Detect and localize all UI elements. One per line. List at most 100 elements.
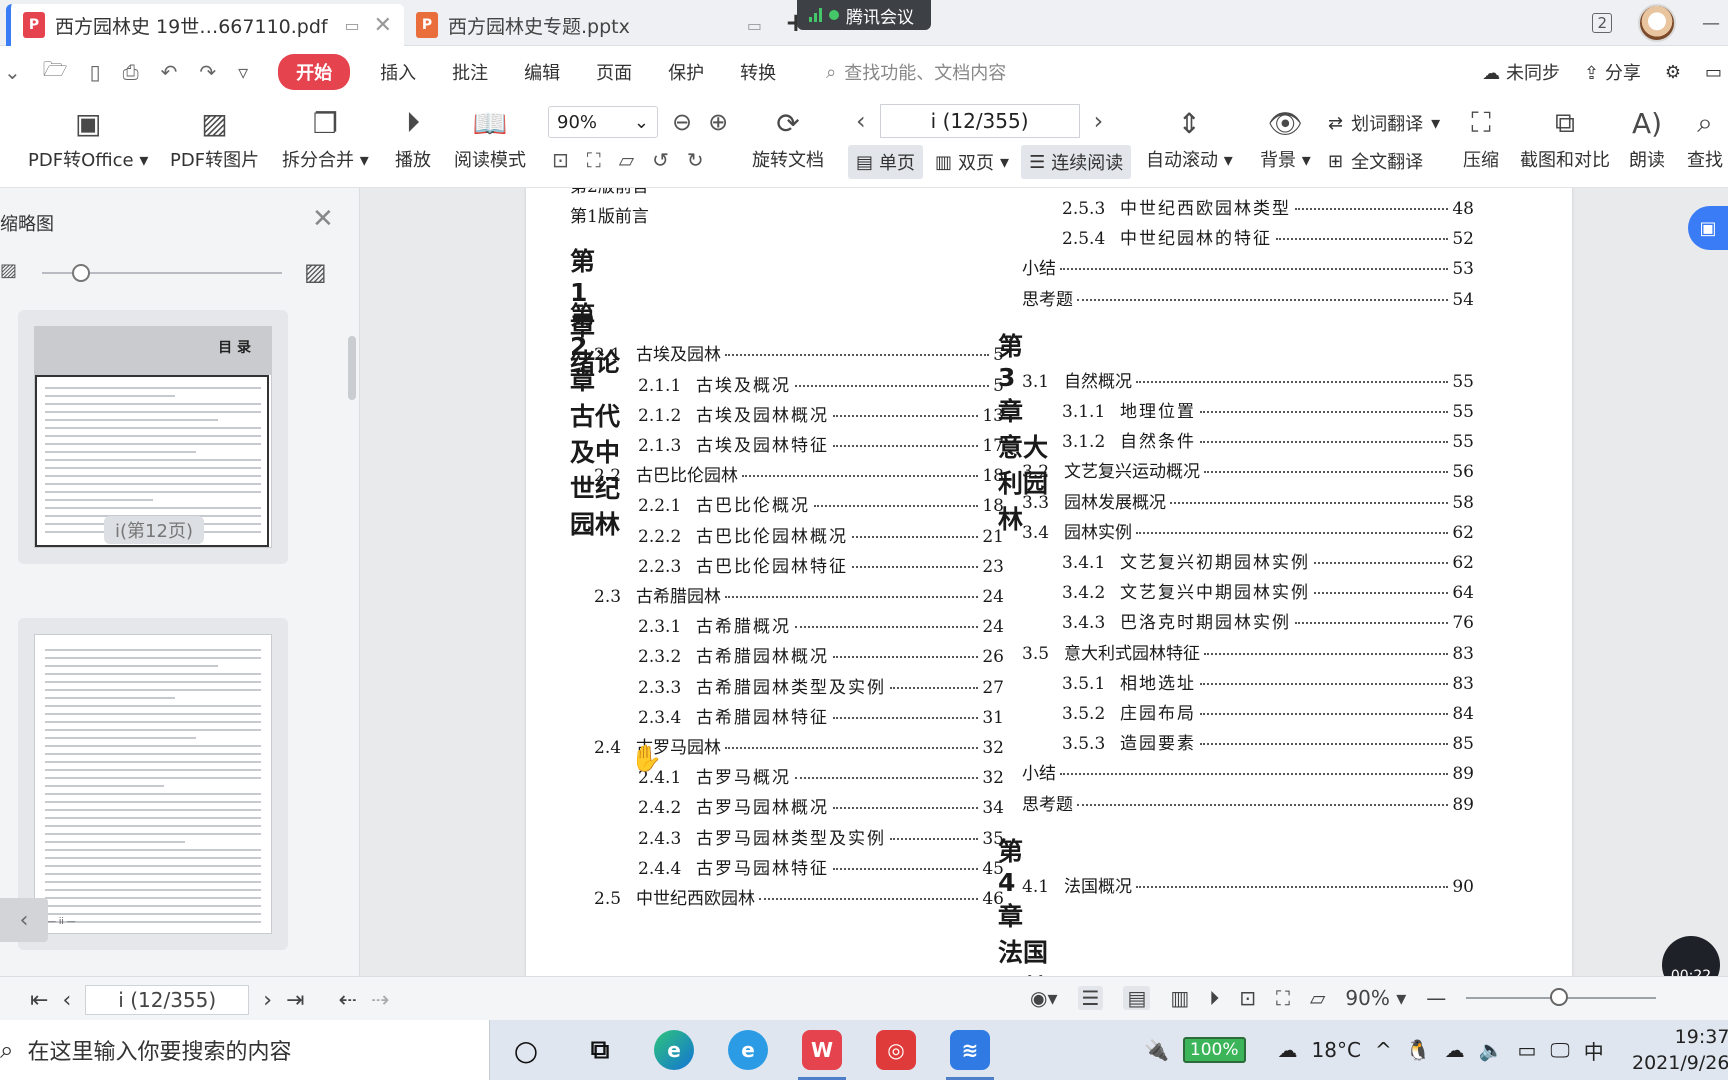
toc-section-entry[interactable]: 2.2 古巴比伦园林 18 <box>594 461 1004 486</box>
save-icon[interactable]: ▯ <box>90 60 101 84</box>
toc-section-entry[interactable]: 第1版前言 <box>570 202 1004 227</box>
open-folder-icon[interactable]: 🗁 <box>43 55 68 89</box>
pdf-to-office-button[interactable]: ▣ PDF转Office ▾ <box>28 104 148 172</box>
toc-section-entry[interactable]: 小结 53 <box>1022 254 1474 279</box>
back-icon[interactable]: ⇠ <box>339 988 357 1013</box>
auto-scroll-button[interactable]: ⇕ 自动滚动 ▾ <box>1146 104 1233 172</box>
tab-pdf-document[interactable]: P 西方园林史 19世…667110.pdf ▭ ✕ <box>6 4 404 46</box>
minimize-icon[interactable]: — <box>1702 13 1720 34</box>
avatar[interactable] <box>1638 4 1676 42</box>
temperature[interactable]: 18°C <box>1312 1038 1361 1062</box>
toc-subsection-entry[interactable]: 2.5.4 中世纪园林的特征 52 <box>1062 224 1474 249</box>
single-page-button[interactable]: ▤ 单页 <box>848 145 924 179</box>
prev-page-icon[interactable]: ‹ <box>856 107 866 135</box>
system-clock[interactable]: 19:37 2021/9/26 <box>1632 1024 1728 1076</box>
toc-subsection-entry[interactable]: 2.3.4 古希腊园林特征 31 <box>638 703 1004 728</box>
toc-subsection-entry[interactable]: 2.2.3 古巴比伦园林特征 23 <box>638 552 1004 577</box>
toc-section-entry[interactable]: 2.5 中世纪西欧园林 46 <box>594 884 1004 909</box>
toc-subsection-entry[interactable]: 3.5.3 造园要素 85 <box>1062 729 1474 754</box>
toc-chapter-heading[interactable]: 第 2 章 古代及中世纪园林 <box>570 296 620 541</box>
menu-convert[interactable]: 转换 <box>722 54 794 90</box>
split-merge-button[interactable]: ❐ 拆分合并 ▾ <box>282 104 369 172</box>
edge-browser-icon[interactable]: e <box>654 1030 694 1070</box>
toc-subsection-entry[interactable]: 3.4.1 文艺复兴初期园林实例 62 <box>1062 548 1474 573</box>
toc-section-entry[interactable]: 3.4 园林实例 62 <box>1022 518 1474 543</box>
toc-subsection-entry[interactable]: 2.1.2 古埃及园林概况 13 <box>638 401 1004 426</box>
toc-subsection-entry[interactable]: 3.5.2 庄园布局 84 <box>1062 699 1474 724</box>
toc-section-entry[interactable]: 3.3 园林发展概况 58 <box>1022 488 1474 513</box>
close-icon[interactable]: ✕ <box>312 204 334 234</box>
window-count-badge[interactable]: 2 <box>1592 13 1612 33</box>
toc-chapter-heading[interactable]: 第 4 章 法国园林 <box>998 832 1048 976</box>
fit-page-icon[interactable]: ⛶ <box>1276 986 1290 1010</box>
rotate-right-icon[interactable]: ↻ <box>687 148 704 172</box>
toc-subsection-entry[interactable]: 3.1.1 地理位置 55 <box>1062 397 1474 422</box>
toc-section-entry[interactable]: 3.1 自然概况 55 <box>1022 367 1474 392</box>
toc-section-entry[interactable]: 第2版前言 <box>570 188 1004 197</box>
taskbar-search[interactable]: ⌕ 在这里输入你要搜索的内容 <box>0 1020 490 1080</box>
fit-width-icon[interactable]: ▱ <box>619 148 634 172</box>
comment-icon[interactable]: ▭ <box>1705 62 1722 83</box>
toc-subsection-entry[interactable]: 2.3.3 古希腊园林类型及实例 27 <box>638 673 1004 698</box>
play-icon[interactable]: ⏵ <box>1209 986 1219 1010</box>
toc-subsection-entry[interactable]: 2.2.2 古巴比伦园林概况 21 <box>638 522 1004 547</box>
wps-office-icon[interactable]: W <box>798 1030 846 1080</box>
screenshot-compare-button[interactable]: ⧉ 截图和对比 <box>1520 104 1610 172</box>
toc-subsection-entry[interactable]: 3.1.2 自然条件 55 <box>1062 427 1474 452</box>
rotate-left-icon[interactable]: ↺ <box>652 148 669 172</box>
ie-browser-icon[interactable]: e <box>728 1030 768 1070</box>
forward-icon[interactable]: ⇢ <box>371 988 389 1013</box>
monitor-icon[interactable]: ▭ <box>344 16 359 35</box>
menu-edit[interactable]: 编辑 <box>506 54 578 90</box>
toc-subsection-entry[interactable]: 2.4.3 古罗马园林类型及实例 35 <box>638 824 1004 849</box>
redo-icon[interactable]: ↷ <box>199 60 216 84</box>
toc-section-entry[interactable]: 2.1 古埃及园林 5 <box>594 340 1004 365</box>
floating-action-button[interactable]: ▣ <box>1688 206 1728 250</box>
zoom-in-icon[interactable]: ⊕ <box>708 108 728 136</box>
actual-size-icon[interactable]: ⊡ <box>1239 986 1256 1010</box>
toc-section-entry[interactable]: 2.3 古希腊园林 24 <box>594 582 1004 607</box>
continuous-mode-icon[interactable]: ☰ <box>1077 986 1104 1010</box>
zoom-select[interactable]: 90% ⌄ <box>548 106 658 138</box>
settings-icon[interactable]: ⚙ <box>1665 62 1681 83</box>
fit-page-icon[interactable]: ⛶ <box>587 148 601 172</box>
chevron-down-icon[interactable]: ⌄ <box>4 60 21 84</box>
tab-pptx-document[interactable]: P 西方园林史专题.pptx ▭ <box>404 4 774 46</box>
chevron-up-icon[interactable]: ^ <box>1375 1038 1392 1062</box>
toc-section-entry[interactable]: 3.5 意大利式园林特征 83 <box>1022 639 1474 664</box>
ime-indicator[interactable]: 中 <box>1584 1036 1604 1065</box>
continuous-read-button[interactable]: ☰ 连续阅读 <box>1021 145 1132 179</box>
qq-icon[interactable]: 🐧 <box>1406 1038 1431 1062</box>
full-translate-button[interactable]: ⊞ 全文翻译 <box>1328 148 1423 174</box>
menu-insert[interactable]: 插入 <box>362 54 434 90</box>
battery-icon[interactable]: ▭ <box>1518 1038 1537 1062</box>
fit-width-icon[interactable]: ▱ <box>1310 986 1325 1010</box>
toc-subsection-entry[interactable]: 3.5.1 相地选址 83 <box>1062 669 1474 694</box>
pdf-to-image-button[interactable]: ▨ PDF转图片 <box>170 104 259 172</box>
read-mode-button[interactable]: 📖 阅读模式 <box>454 104 526 172</box>
menu-start[interactable]: 开始 <box>278 54 351 90</box>
netease-music-icon[interactable]: ◎ <box>876 1030 916 1070</box>
next-page-icon[interactable]: › <box>1094 107 1104 135</box>
last-page-icon[interactable]: ⇥ <box>286 988 304 1013</box>
tencent-meeting-icon[interactable]: ≋ <box>946 1030 994 1080</box>
prev-page-icon[interactable]: ‹ <box>62 988 71 1013</box>
double-page-icon[interactable]: ▥ <box>1170 986 1189 1010</box>
toc-subsection-entry[interactable]: 2.4.4 古罗马园林特征 45 <box>638 854 1004 879</box>
zoom-slider[interactable] <box>1466 985 1657 1011</box>
collapse-sidebar-button[interactable]: ‹ <box>0 898 48 942</box>
find-button[interactable]: ⌕ 查找 <box>1686 104 1724 172</box>
print-icon[interactable]: ⎙ <box>123 60 139 84</box>
first-page-icon[interactable]: ⇤ <box>30 988 48 1013</box>
read-aloud-button[interactable]: A) 朗读 <box>1628 104 1666 172</box>
page-number-field[interactable]: i (12/355) <box>85 985 250 1015</box>
close-tab-icon[interactable]: ✕ <box>374 13 392 38</box>
function-search[interactable]: ⌕ 查找功能、文档内容 <box>826 59 1006 85</box>
toc-subsection-entry[interactable]: 2.3.1 古希腊概况 24 <box>638 612 1004 637</box>
toc-subsection-entry[interactable]: 2.4.1 古罗马概况 32 <box>638 763 1004 788</box>
word-translate-button[interactable]: ⇄ 划词翻译 ▾ <box>1328 110 1440 136</box>
rotate-document-button[interactable]: ⟳ 旋转文档 <box>752 104 824 172</box>
page-number-input[interactable]: i (12/355) <box>879 104 1080 138</box>
toc-subsection-entry[interactable]: 2.1.3 古埃及园林特征 17 <box>638 431 1004 456</box>
toc-subsection-entry[interactable]: 2.5.3 中世纪西欧园林类型 48 <box>1062 194 1474 219</box>
